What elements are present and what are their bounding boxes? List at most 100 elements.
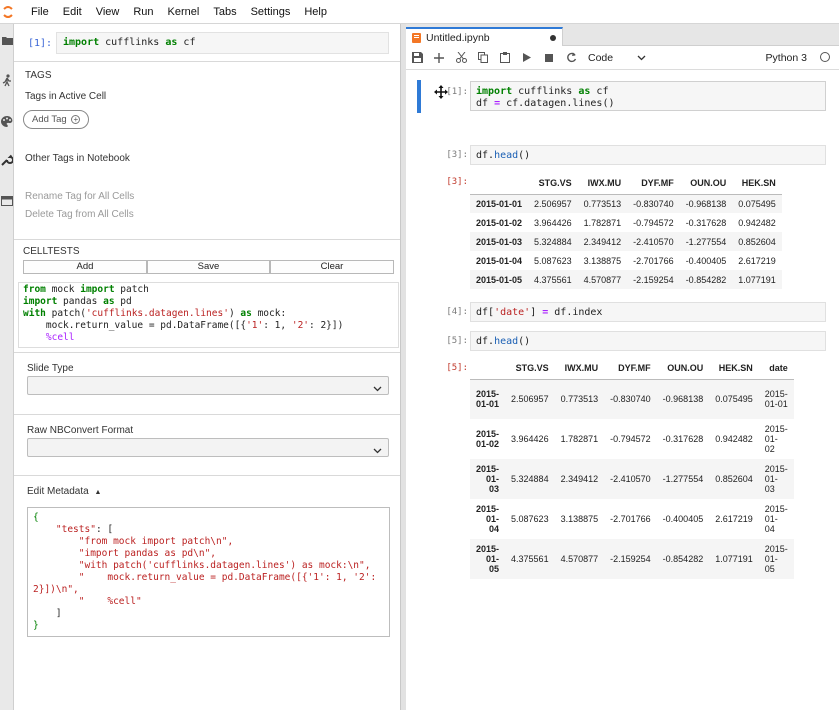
column-header: date [769,362,788,373]
save-icon[interactable] [406,47,428,69]
plus-circle-icon: + [71,115,81,124]
celltests-save-button[interactable]: Save [147,260,270,274]
kernel-name[interactable]: Python 3 [766,52,807,64]
restart-icon[interactable] [560,47,582,69]
table-row: 2015-01-012.5069570.773513-0.830740-0.96… [470,379,794,419]
metadata-label[interactable]: Edit Metadata ▲ [27,486,101,497]
menu-view[interactable]: View [89,6,127,18]
table-cell: 2015- 01-01 [759,379,794,419]
cell-line: 01- [486,554,500,564]
slide-type-label: Slide Type [27,363,74,374]
run-icon[interactable] [516,47,538,69]
table-cell: -0.830740 [610,394,651,405]
menu-settings[interactable]: Settings [244,6,298,18]
cell-4-input[interactable]: df['date'] = df.index [470,302,826,322]
menu-run[interactable]: Run [126,6,160,18]
other-tags-label: Other Tags in Notebook [25,153,130,164]
running-icon[interactable] [0,74,14,87]
table-row: 2015-01-045.0876233.138875-2.701766-0.40… [470,499,794,539]
table-header-row: STG.VS IWX.MU DYF.MF OUN.OU HEK.SN date [470,357,794,379]
celltests-clear-button[interactable]: Clear [270,260,394,274]
cell-3-prompt: [3]: [446,150,468,160]
slide-type-select[interactable] [27,376,389,395]
menu-tabs[interactable]: Tabs [206,6,243,18]
tags-section: TAGS Tags in Active Cell Add Tag + Other… [14,62,400,240]
metadata-editor[interactable]: { "tests": [ "from mock import patch\n",… [27,507,390,637]
table-row: 2015-01-054.3755614.570877-2.159254-0.85… [470,539,794,579]
nbconvert-select[interactable] [27,438,389,457]
add-tag-button[interactable]: Add Tag + [23,110,90,129]
wrench-icon[interactable] [0,154,14,166]
celltests-add-button[interactable]: Add [23,260,147,274]
table-cell: 5.324884 [511,474,549,484]
table-cell: 2.506957 [511,394,549,405]
nbconvert-label: Raw NBConvert Format [27,425,134,436]
table-cell: -0.854282 [685,274,727,285]
row-index-cell: 2015-01-01 [476,198,523,209]
cell-5-input[interactable]: df.head() [470,331,826,351]
celltests-button-bar: Add Save Clear [23,260,394,274]
table-cell: 1.077191 [738,274,776,285]
cell-5-prompt: [5]: [446,336,468,346]
cell-line: 2015- [476,544,500,554]
cell-line: 03 [489,484,500,494]
chevron-down-icon [637,53,646,65]
tabs-icon[interactable] [0,196,14,206]
column-header: OUN.OU [667,362,704,373]
cell-4-prompt: [4]: [446,307,468,317]
table-cell: 4.375561 [511,554,549,564]
tags-active-label: Tags in Active Cell [25,91,107,102]
table-cell: 5.087623 [534,255,572,266]
celltests-section: CELLTESTS Add Save Clear from mock impor… [14,240,400,353]
column-header: HEK.SN [718,362,753,373]
table-cell: -2.701766 [633,255,674,266]
menu-edit[interactable]: Edit [56,6,89,18]
table-header-row: STG.VS IWX.MU DYF.MF OUN.OU HEK.SN [470,172,782,194]
table-cell: -2.410570 [633,236,674,247]
cell-line: 05 [489,564,500,574]
palette-icon[interactable] [0,116,14,127]
folder-icon[interactable] [0,36,14,45]
cell-1-input[interactable]: import cufflinks as cf df = cf.datagen.l… [470,81,826,111]
cell-line: 2015- [476,389,500,400]
table-cell: 2015- 01- 05 [759,539,794,579]
dataframe-table-1: STG.VS IWX.MU DYF.MF OUN.OU HEK.SN 2015-01-0… [470,172,782,289]
cell-line: 01-01 [476,399,500,410]
cell-5-out-prompt: [5]: [446,363,468,373]
row-index-cell: 2015-01-02 [476,217,523,228]
table-row: 2015-01-045.0876233.138875-2.701766-0.40… [470,251,782,270]
add-cell-icon[interactable] [428,47,450,69]
table-cell: -2.410570 [610,474,651,484]
cell-type-select[interactable]: Code [588,50,648,66]
menu-file[interactable]: File [24,6,56,18]
copy-icon[interactable] [472,47,494,69]
table-row: 2015-01-03 5.324884 2.349412 -2.410570 -1.27… [470,232,782,251]
notebook-toolbar: Code Python 3 [406,46,839,70]
rename-tag-label[interactable]: Rename Tag for All Cells [25,191,134,202]
caret-up-icon: ▲ [94,489,102,496]
table-cell: 2.506957 [534,198,572,209]
stop-icon[interactable] [538,47,560,69]
table-cell: 0.773513 [583,198,622,209]
tags-title: TAGS [25,70,52,81]
menu-help[interactable]: Help [297,6,334,18]
table-cell: 0.942482 [715,434,753,444]
table-cell: 0.942482 [738,217,776,228]
menu-kernel[interactable]: Kernel [161,6,207,18]
table-cell: -1.277554 [662,474,704,484]
delete-tag-label[interactable]: Delete Tag from All Cells [25,209,134,220]
table-cell: -2.701766 [610,514,651,524]
row-index-cell: 2015-01-04 [470,499,505,539]
dataframe-table-2: STG.VS IWX.MU DYF.MF OUN.OU HEK.SN date 2015-… [470,357,794,579]
tab-bar: Untitled.ipynb [406,24,839,47]
cut-icon[interactable] [450,47,472,69]
paste-icon[interactable] [494,47,516,69]
table-cell: -0.968138 [685,198,727,209]
cell-line: 01- [764,434,778,444]
tab-untitled-notebook[interactable]: Untitled.ipynb [406,27,563,47]
celltests-editor[interactable]: from mock import patch import pandas as … [18,282,399,348]
table-cell: 4.570877 [560,554,599,564]
unsaved-dot-icon[interactable] [550,35,556,41]
cell-3-input[interactable]: df.head() [470,145,826,165]
cell-line: 2015- [764,464,788,474]
